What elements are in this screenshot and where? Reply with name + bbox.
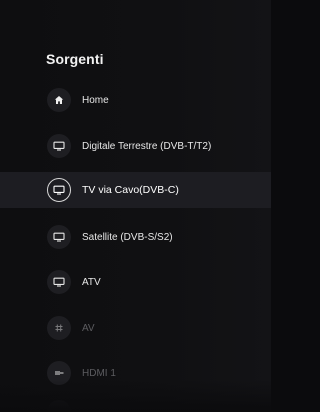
source-item-label: Digitale Terrestre (DVB-T/T2) [82, 140, 212, 152]
source-item-label: ATV [82, 276, 101, 288]
source-item-label: Home [82, 94, 109, 106]
source-item-label: Satellite (DVB-S/S2) [82, 231, 173, 243]
home-icon [47, 88, 71, 112]
tv-icon [47, 134, 71, 158]
source-item-atv[interactable]: ATV [0, 264, 271, 300]
page-title: Sorgenti [46, 51, 104, 67]
source-item-label: HDMI 1 [82, 367, 116, 379]
tv-icon [47, 270, 71, 294]
av-icon [47, 316, 71, 340]
source-item-label: TV via Cavo(DVB-C) [82, 184, 179, 196]
source-item-av[interactable]: AV [0, 310, 271, 346]
source-item-satellite[interactable]: Satellite (DVB-S/S2) [0, 219, 271, 255]
source-item-label: AV [82, 322, 95, 334]
sources-panel: Sorgenti Home Digitale Terrestre (DVB-T/… [0, 0, 271, 412]
scroll-fade [0, 380, 271, 412]
tv-icon [47, 225, 71, 249]
tv-icon [47, 178, 71, 202]
source-item-digitale-terrestre[interactable]: Digitale Terrestre (DVB-T/T2) [0, 128, 271, 164]
source-item-home[interactable]: Home [0, 82, 271, 118]
source-item-tv-via-cavo[interactable]: TV via Cavo(DVB-C) [0, 172, 271, 208]
